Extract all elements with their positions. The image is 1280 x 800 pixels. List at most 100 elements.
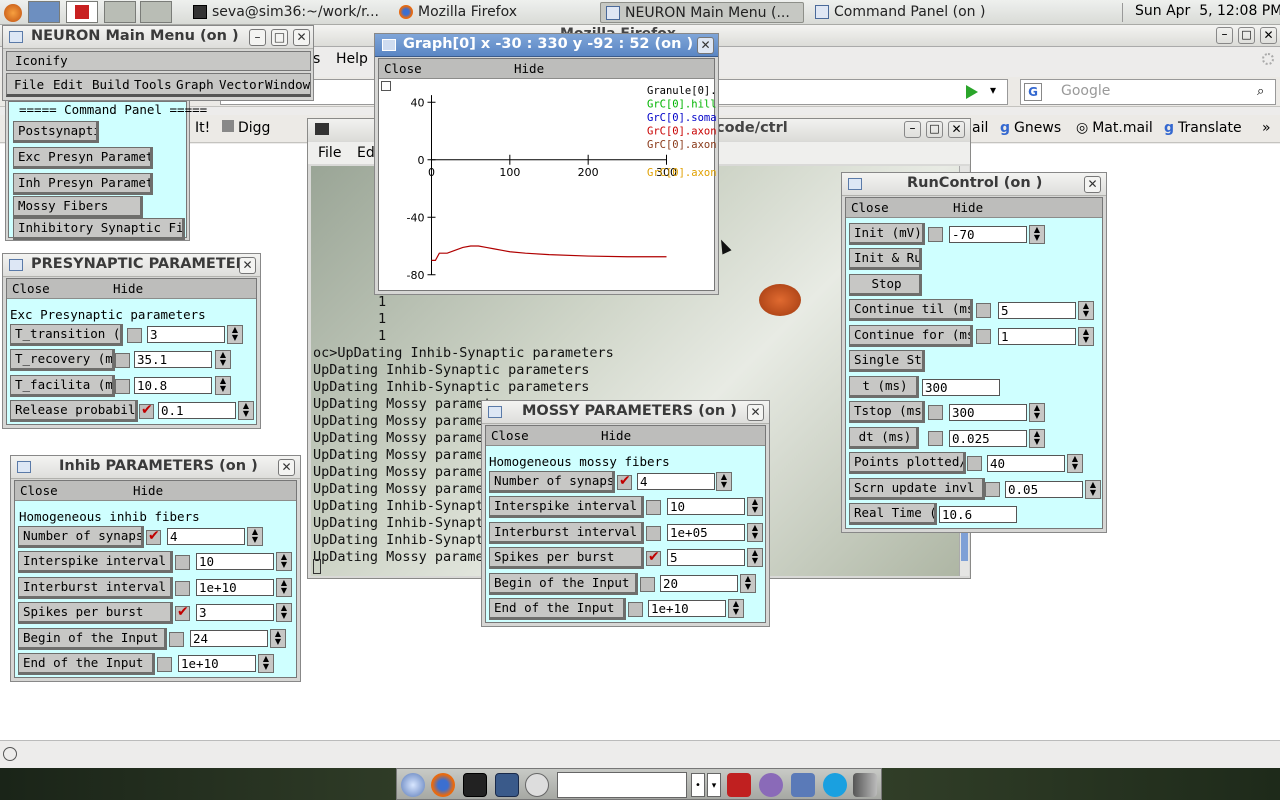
spikes-per-burst-checkbox[interactable] <box>646 549 661 566</box>
tstop-checkbox[interactable] <box>928 405 943 420</box>
continue-for-stepper[interactable]: ▲ ▼ <box>1078 327 1094 346</box>
close-button[interactable]: Close <box>384 61 422 76</box>
scrn-update-button[interactable]: Scrn update invl (s) <box>849 478 985 500</box>
begin-input-checkbox[interactable] <box>169 632 184 647</box>
postsynaptic-button[interactable]: Postsynaptic <box>13 121 99 143</box>
clock-app-icon[interactable] <box>525 773 549 797</box>
number-synapses-field[interactable]: 4 <box>167 528 245 545</box>
bookmark-translate[interactable]: g Translate <box>1164 120 1242 136</box>
begin-input-stepper[interactable]: ▲ ▼ <box>270 629 286 648</box>
release-probability-checkbox[interactable] <box>139 402 154 419</box>
number-synapses-checkbox[interactable] <box>146 528 161 545</box>
continue-til-checkbox[interactable] <box>976 303 991 318</box>
interburst-stepper[interactable]: ▲ ▼ <box>747 523 763 542</box>
spikes-per-burst-field[interactable]: 5 <box>667 549 745 566</box>
number-synapses-checkbox[interactable] <box>617 473 632 490</box>
init-button[interactable]: Init (mV) ↵ <box>849 223 925 245</box>
close-icon[interactable]: ✕ <box>948 121 965 138</box>
menu-edit[interactable]: Edit <box>53 77 83 92</box>
end-input-field[interactable]: 1e+10 <box>648 600 726 617</box>
close-icon[interactable]: ✕ <box>239 257 256 274</box>
interburst-button[interactable]: Interburst interval (ms) <box>489 522 644 544</box>
release-probability-button[interactable]: Release probability <box>10 400 138 422</box>
release-probability-stepper[interactable]: ▲ ▼ <box>238 401 254 420</box>
end-input-button[interactable]: End of the Input (ms) <box>489 598 626 620</box>
continue-til-stepper[interactable]: ▲ ▼ <box>1078 301 1094 320</box>
scrollbar-thumb[interactable] <box>961 531 968 561</box>
interspike-field[interactable]: 10 <box>667 498 745 515</box>
single-step-button[interactable]: Single Step <box>849 350 925 372</box>
begin-input-checkbox[interactable] <box>640 577 655 592</box>
bookmarks-overflow-icon[interactable]: » <box>1262 120 1271 136</box>
continue-for-button[interactable]: Continue for (ms) ↵ <box>849 325 973 347</box>
interspike-button[interactable]: Interspike interval (ms) <box>18 551 173 573</box>
t-facilita-checkbox[interactable] <box>115 379 130 394</box>
volume-icon[interactable] <box>853 773 877 797</box>
minimize-icon[interactable]: – <box>249 29 266 46</box>
tstop-button[interactable]: Tstop (ms) <box>849 401 925 423</box>
t-recovery-checkbox[interactable] <box>115 353 130 368</box>
graph-plot[interactable]: 0 100 200 300400-40-80Granule[0].sGrC[0].hi… <box>379 80 716 292</box>
menu-edit[interactable]: Ed <box>357 145 375 161</box>
close-icon[interactable]: ✕ <box>278 459 295 476</box>
taskbar-item-firefox[interactable]: Mozilla Firefox <box>394 2 594 23</box>
number-synapses-field[interactable]: 4 <box>637 473 715 490</box>
t-recovery-field[interactable]: 35.1 <box>134 351 212 368</box>
close-icon[interactable]: ✕ <box>1260 27 1277 44</box>
power-icon[interactable] <box>727 773 751 797</box>
minimize-icon[interactable]: – <box>904 121 921 138</box>
interburst-button[interactable]: Interburst interval (ms) <box>18 577 173 599</box>
menu-tools[interactable]: Tools <box>134 77 172 92</box>
menu-build[interactable]: Build <box>92 77 130 92</box>
interspike-stepper[interactable]: ▲ ▼ <box>747 497 763 516</box>
dt-checkbox[interactable] <box>928 431 943 446</box>
menu-graph[interactable]: Graph <box>176 77 214 92</box>
spikes-per-burst-button[interactable]: Spikes per burst <box>489 547 644 569</box>
spikes-per-burst-stepper[interactable]: ▲ ▼ <box>747 548 763 567</box>
begin-input-field[interactable]: 24 <box>190 630 268 647</box>
t-transition-button[interactable]: T_transition (ms) <box>10 324 123 346</box>
continue-til-field[interactable]: 5 <box>998 302 1076 319</box>
menu-file[interactable]: File <box>318 145 341 161</box>
spikes-per-burst-checkbox[interactable] <box>175 604 190 621</box>
maximize-icon[interactable]: □ <box>1238 27 1255 44</box>
taskbar-item-neuron-main[interactable]: NEURON Main Menu (... <box>600 2 804 23</box>
scrn-update-stepper[interactable]: ▲ ▼ <box>1085 480 1101 499</box>
end-input-stepper[interactable]: ▲ ▼ <box>728 599 744 618</box>
end-input-checkbox[interactable] <box>628 602 643 617</box>
bookmark-matmail[interactable]: ◎ Mat.mail <box>1076 120 1153 136</box>
init-field[interactable]: -70 <box>949 226 1027 243</box>
search-icon[interactable]: ⌕ <box>1257 84 1264 99</box>
history-dropdown-icon[interactable]: ▾ <box>990 83 996 97</box>
begin-input-button[interactable]: Begin of the Input (ms) <box>489 573 638 595</box>
search-box[interactable]: G Google ⌕ <box>1020 79 1276 105</box>
end-input-field[interactable]: 1e+10 <box>178 655 256 672</box>
hide-button[interactable]: Hide <box>133 483 163 498</box>
end-input-button[interactable]: End of the Input (ms) <box>18 653 155 675</box>
number-synapses-button[interactable]: Number of synapses <box>489 471 615 493</box>
maximize-icon[interactable]: □ <box>926 121 943 138</box>
go-arrow-icon[interactable] <box>966 85 978 99</box>
screen-icon[interactable] <box>495 773 519 797</box>
points-plotted-stepper[interactable]: ▲ ▼ <box>1067 454 1083 473</box>
dock-search-field[interactable] <box>557 772 687 798</box>
interburst-field[interactable]: 1e+05 <box>667 524 745 541</box>
pidgin-icon[interactable] <box>759 773 783 797</box>
interburst-checkbox[interactable] <box>175 581 190 596</box>
continue-til-button[interactable]: Continue til (ms) ↵ <box>849 299 973 321</box>
end-input-checkbox[interactable] <box>157 657 172 672</box>
terminal-icon[interactable] <box>463 773 487 797</box>
continue-for-field[interactable]: 1 <box>998 328 1076 345</box>
close-button[interactable]: Close <box>12 281 50 296</box>
init-run-button[interactable]: Init & Run <box>849 248 922 270</box>
inhibitory-fibers-button[interactable]: Inhibitory Synaptic Fibers <box>13 218 185 240</box>
t-transition-checkbox[interactable] <box>127 328 142 343</box>
close-icon[interactable]: ✕ <box>293 29 310 46</box>
hide-button[interactable]: Hide <box>113 281 143 296</box>
spikes-per-burst-button[interactable]: Spikes per burst <box>18 602 173 624</box>
hide-button[interactable]: Hide <box>953 200 983 215</box>
dock-dropdown-arrow-icon[interactable]: ▾ <box>707 773 721 797</box>
mossy-fibers-button[interactable]: Mossy Fibers <box>13 196 143 218</box>
lock-icon[interactable] <box>791 773 815 797</box>
dock-dropdown-icon[interactable]: • <box>691 773 705 797</box>
